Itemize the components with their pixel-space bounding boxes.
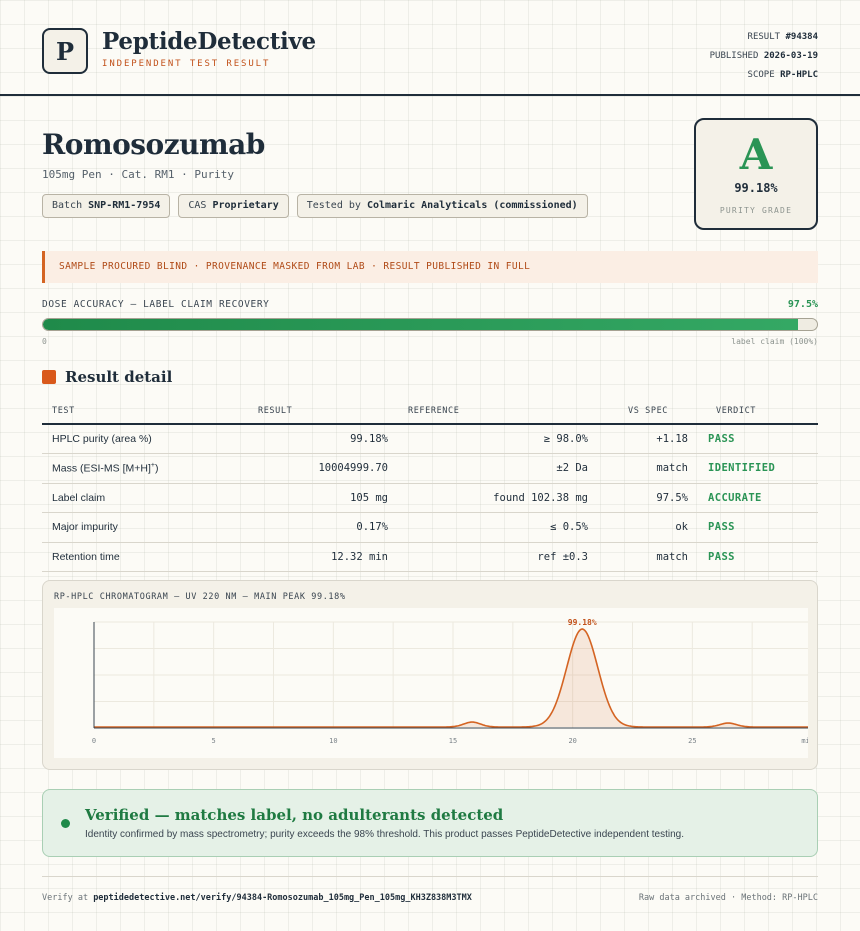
chart-area: 051015202530min99.18% — [54, 608, 808, 758]
cell-test-end: ) — [154, 462, 159, 475]
cell-verdict: PASS — [698, 512, 818, 543]
table-row: Major impurity 0.17% ≤ 0.5% ok PASS — [42, 512, 818, 543]
x-tick-label: 10 — [329, 737, 337, 745]
chip-label: Batch — [52, 200, 83, 211]
cell-vs-spec: match — [598, 453, 698, 484]
footer-divider — [42, 876, 818, 877]
grade-letter: A — [739, 130, 773, 179]
result-number: #94384 — [785, 32, 818, 42]
cell-verdict: ACCURATE — [698, 483, 818, 513]
table-row: HPLC purity (area %) 99.18% ≥ 98.0% +1.1… — [42, 424, 818, 454]
section-title: Result detail — [65, 368, 173, 386]
bar-max-label: label claim (100%) — [731, 337, 818, 346]
verified-banner: Verified — matches label, no adulterants… — [42, 789, 818, 857]
result-label: RESULT — [747, 32, 781, 42]
cell-result: 0.17% — [248, 512, 398, 543]
verify-link[interactable]: peptidedetective.net/verify/94384-Romoso… — [93, 893, 472, 903]
brand-name: PeptideDetective — [102, 28, 316, 55]
grade-label: PURITY GRADE — [719, 206, 793, 215]
batch-chip: Batch SNP-RM1-7954 — [42, 194, 171, 218]
cell-verdict: PASS — [698, 542, 818, 572]
cell-reference: ref ±0.3 — [398, 542, 598, 572]
peak-area — [94, 629, 808, 727]
result-table: TEST RESULT REFERENCE VS SPEC VERDICT HP… — [42, 398, 818, 572]
cell-test: Label claim — [42, 483, 248, 513]
scope-label: SCOPE — [747, 70, 775, 80]
purity-grade-card: A 99.18% PURITY GRADE — [694, 118, 818, 230]
x-tick-label: 25 — [688, 737, 696, 745]
chromatogram-panel: RP-HPLC CHROMATOGRAM — UV 220 NM — MAIN … — [42, 580, 818, 770]
published-date: 2026-03-19 — [763, 51, 818, 61]
grade-value: 99.18% — [734, 181, 778, 195]
chip-value: Proprietary — [212, 200, 279, 211]
footer-method: Raw data archived · Method: RP-HPLC — [638, 893, 818, 903]
cell-verdict: IDENTIFIED — [698, 453, 818, 484]
product-chips: Batch SNP-RM1-7954 CAS Proprietary Teste… — [42, 194, 588, 218]
cell-test: Mass (ESI-MS [M+H]+) — [42, 453, 248, 484]
table-row: Mass (ESI-MS [M+H]+) 10004999.70 ±2 Da m… — [42, 453, 818, 484]
table-row: Retention time 12.32 min ref ±0.3 match … — [42, 542, 818, 572]
cell-test-text: Mass (ESI-MS [M+H] — [52, 462, 151, 475]
chip-label: Tested by — [306, 200, 361, 211]
dose-accuracy-bar — [42, 318, 818, 331]
table-header-row: TEST RESULT REFERENCE VS SPEC VERDICT — [42, 398, 818, 425]
section-marker-icon — [42, 370, 56, 384]
verified-description: Identity confirmed by mass spectrometry;… — [85, 829, 685, 840]
brand-tagline: INDEPENDENT TEST RESULT — [102, 59, 271, 69]
chromatogram-line — [94, 628, 808, 728]
cell-result: 105 mg — [248, 483, 398, 513]
chromatogram-chart: 051015202530min99.18% — [92, 618, 808, 745]
bar-min-label: 0 — [42, 337, 47, 346]
cell-vs-spec: match — [598, 542, 698, 572]
cell-result: 99.18% — [248, 424, 398, 454]
cell-result: 12.32 min — [248, 542, 398, 572]
cell-test: Major impurity — [42, 512, 248, 543]
chip-value: Colmaric Analyticals (commissioned) — [366, 200, 578, 211]
verified-title: Verified — matches label, no adulterants… — [85, 806, 504, 824]
blind-sample-notice: SAMPLE PROCURED BLIND · PROVENANCE MASKE… — [42, 251, 818, 283]
col-result: RESULT — [248, 398, 398, 425]
cell-reference: ±2 Da — [398, 453, 598, 484]
brand-logo: P — [42, 28, 88, 74]
verified-dot-icon — [61, 819, 70, 828]
product-title: Romosozumab — [42, 128, 265, 161]
chart-title: RP-HPLC CHROMATOGRAM — UV 220 NM — MAIN … — [54, 592, 346, 602]
dose-accuracy-fill — [43, 319, 798, 330]
result-meta: RESULT #94384 PUBLISHED 2026-03-19 SCOPE… — [710, 28, 818, 85]
scope-value: RP-HPLC — [780, 70, 818, 80]
cell-verdict: PASS — [698, 424, 818, 454]
logo-letter: P — [55, 36, 75, 66]
cell-result: 10004999.70 — [248, 453, 398, 484]
cell-test: Retention time — [42, 542, 248, 572]
table-row: Label claim 105 mg found 102.38 mg 97.5%… — [42, 483, 818, 513]
cell-vs-spec: 97.5% — [598, 483, 698, 513]
report-header: P PeptideDetective INDEPENDENT TEST RESU… — [0, 0, 860, 96]
col-verdict: VERDICT — [698, 398, 818, 425]
cell-vs-spec: +1.18 — [598, 424, 698, 454]
peak-label: 99.18% — [568, 618, 597, 627]
x-tick-label: 5 — [212, 737, 216, 745]
verify-text: Verify at peptidedetective.net/verify/94… — [42, 893, 472, 903]
verify-prefix: Verify at — [42, 893, 89, 903]
col-reference: REFERENCE — [398, 398, 598, 425]
dose-accuracy-label: DOSE ACCURACY — LABEL CLAIM RECOVERY — [42, 299, 270, 310]
x-tick-label: 20 — [568, 737, 576, 745]
cas-chip: CAS Proprietary — [178, 194, 289, 218]
cell-reference: found 102.38 mg — [398, 483, 598, 513]
cell-test: HPLC purity (area %) — [42, 424, 248, 454]
tested-by-chip: Tested by Colmaric Analyticals (commissi… — [296, 194, 588, 218]
published-label: PUBLISHED — [709, 51, 759, 61]
x-axis-unit: min — [801, 737, 808, 745]
dose-accuracy-value: 97.5% — [787, 299, 818, 310]
product-subtitle: 105mg Pen · Cat. RM1 · Purity — [42, 168, 235, 181]
cell-vs-spec: ok — [598, 512, 698, 543]
chip-label: CAS — [188, 200, 207, 211]
x-tick-label: 15 — [449, 737, 457, 745]
cell-reference: ≥ 98.0% — [398, 424, 598, 454]
col-vs-spec: VS SPEC — [598, 398, 698, 425]
cell-reference: ≤ 0.5% — [398, 512, 598, 543]
chip-value: SNP-RM1-7954 — [88, 200, 161, 211]
col-test: TEST — [42, 398, 248, 425]
x-tick-label: 0 — [92, 737, 96, 745]
